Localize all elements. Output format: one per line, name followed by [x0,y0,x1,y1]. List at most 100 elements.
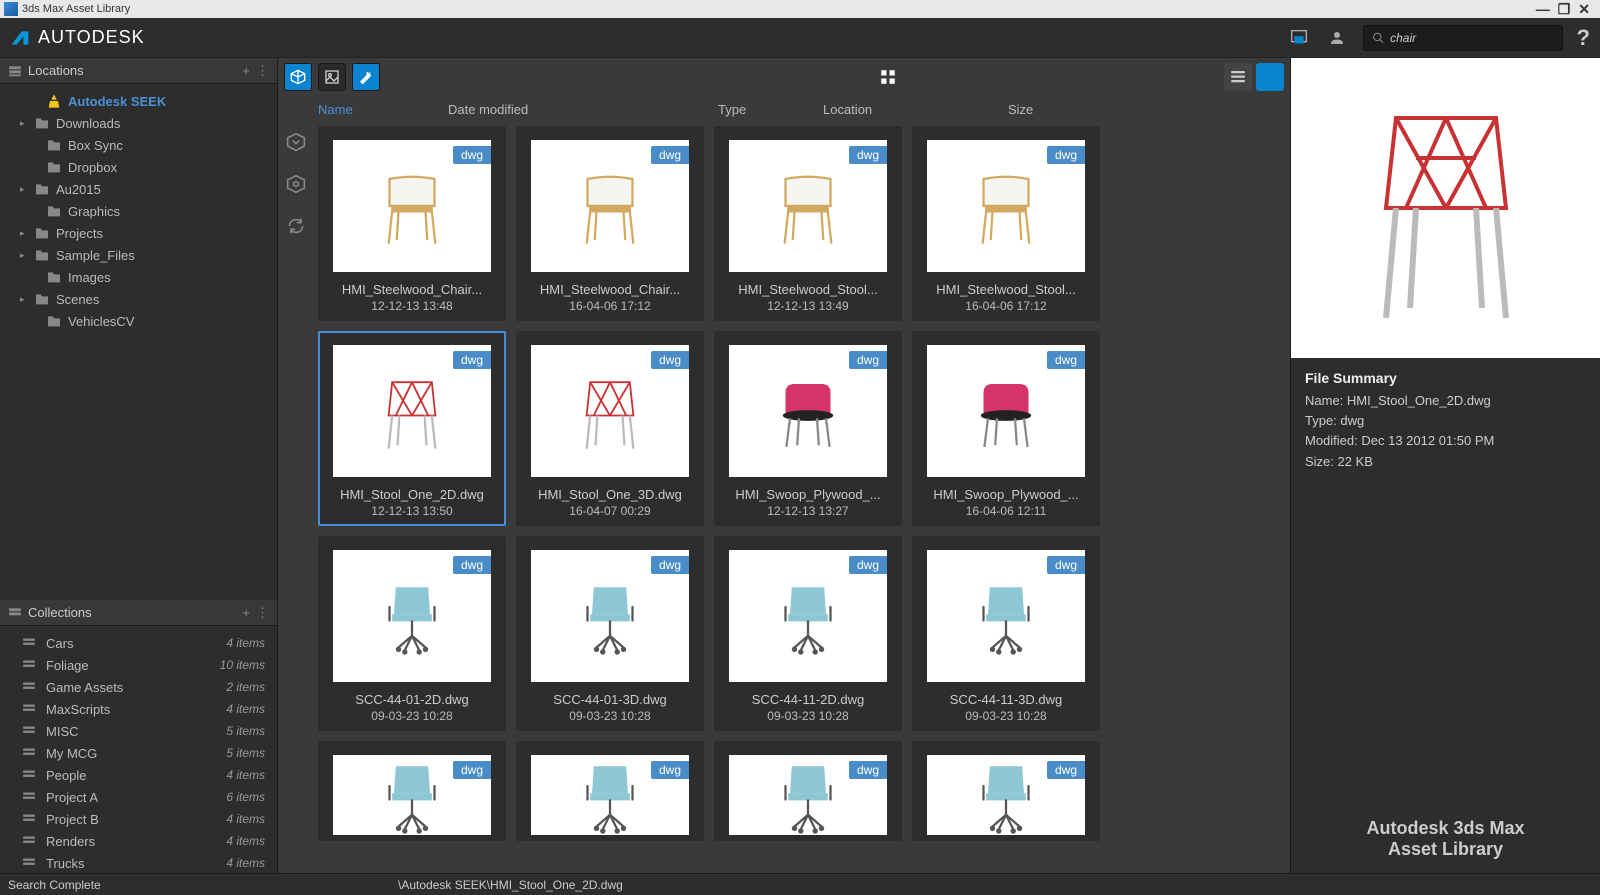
wrench-tool-button[interactable] [352,63,380,91]
collection-item[interactable]: Project B4 items [0,808,277,830]
list-view-button[interactable] [1224,63,1252,91]
add-location-button[interactable]: + [242,63,250,79]
collection-item[interactable]: Game Assets2 items [0,676,277,698]
collection-icon [22,635,38,652]
collection-item[interactable]: My MCG5 items [0,742,277,764]
column-type[interactable]: Type [718,102,823,117]
collection-count: 4 items [226,768,265,782]
asset-name: HMI_Swoop_Plywood_... [933,487,1078,502]
asset-item[interactable]: dwgSCC-44-11-2D.dwg09-03-23 10:28 [714,536,902,731]
collection-icon [22,811,38,828]
asset-item[interactable]: dwg [318,741,506,841]
collection-item[interactable]: People4 items [0,764,277,786]
image-tool-button[interactable] [318,63,346,91]
asset-date: 12-12-13 13:50 [371,504,452,518]
close-button[interactable]: ✕ [1578,1,1590,18]
preview-thumbnail [1291,58,1600,358]
location-label: Au2015 [56,182,101,197]
asset-item[interactable]: dwgHMI_Steelwood_Stool...16-04-06 17:12 [912,126,1100,321]
collection-item[interactable]: Cars4 items [0,632,277,654]
preview-panel: File Summary Name: HMI_Stool_One_2D.dwg … [1290,58,1600,880]
asset-date: 16-04-06 12:11 [966,504,1047,518]
collection-item[interactable]: MISC5 items [0,720,277,742]
asset-thumbnail: dwg [729,550,887,682]
location-item[interactable]: Box Sync [0,134,277,156]
asset-date: 09-03-23 10:28 [371,709,452,723]
collection-item[interactable]: Renders4 items [0,830,277,852]
asset-item[interactable]: dwg [516,741,704,841]
asset-grid: dwgHMI_Steelwood_Chair...12-12-13 13:48d… [318,126,1278,841]
asset-item[interactable]: dwgSCC-44-11-3D.dwg09-03-23 10:28 [912,536,1100,731]
location-item[interactable]: VehiclesCV [0,310,277,332]
maximize-button[interactable]: ❐ [1558,1,1571,18]
help-icon[interactable]: ? [1577,25,1590,51]
collection-item[interactable]: MaxScripts4 items [0,698,277,720]
location-item[interactable]: Dropbox [0,156,277,178]
user-icon[interactable] [1325,26,1349,50]
asset-grid-scroll[interactable]: dwgHMI_Steelwood_Chair...12-12-13 13:48d… [318,122,1290,880]
chair-icon [961,566,1051,666]
collections-menu-button[interactable]: ⋮ [256,605,269,621]
minimize-button[interactable]: — [1536,1,1550,17]
asset-item[interactable]: dwgHMI_Swoop_Plywood_...12-12-13 13:27 [714,331,902,526]
location-label: VehiclesCV [68,314,134,329]
asset-item[interactable]: dwgSCC-44-01-2D.dwg09-03-23 10:28 [318,536,506,731]
location-item[interactable]: ▸Scenes [0,288,277,310]
column-size[interactable]: Size [1008,102,1290,117]
file-type-badge: dwg [651,761,689,779]
cube-tool-button[interactable] [284,63,312,91]
asset-item[interactable]: dwgHMI_Stool_One_2D.dwg12-12-13 13:50 [318,331,506,526]
import-icon[interactable] [284,130,308,154]
asset-item[interactable]: dwgHMI_Steelwood_Chair...12-12-13 13:48 [318,126,506,321]
folder-icon [46,137,62,153]
asset-name: SCC-44-01-2D.dwg [355,692,468,707]
locations-menu-button[interactable]: ⋮ [256,63,269,79]
collection-count: 4 items [226,702,265,716]
collection-count: 5 items [226,746,265,760]
collection-item[interactable]: Foliage 10 items [0,654,277,676]
column-name[interactable]: Name [318,102,448,117]
collection-item[interactable]: Trucks4 items [0,852,277,874]
refresh-icon[interactable] [284,214,308,238]
location-item[interactable]: ▸Downloads [0,112,277,134]
asset-thumbnail: dwg [531,345,689,477]
asset-name: HMI_Steelwood_Stool... [738,282,877,297]
search-box[interactable] [1363,25,1563,51]
column-location[interactable]: Location [823,102,1008,117]
asset-item[interactable]: dwgHMI_Steelwood_Stool...12-12-13 13:49 [714,126,902,321]
folder-icon [34,225,50,241]
window-controls: — ❐ ✕ [1526,0,1600,18]
location-item[interactable]: ▸Sample_Files [0,244,277,266]
home-icon[interactable] [1287,26,1311,50]
add-collection-button[interactable]: + [242,605,250,621]
asset-item[interactable]: dwg [912,741,1100,841]
link-icon[interactable] [284,172,308,196]
asset-item[interactable]: dwg [714,741,902,841]
window-titlebar: 3ds Max Asset Library — ❐ ✕ [0,0,1600,18]
asset-item[interactable]: dwgHMI_Stool_One_3D.dwg16-04-07 00:29 [516,331,704,526]
file-type-badge: dwg [453,351,491,369]
collections-icon [8,606,22,620]
collection-item[interactable]: Project A6 items [0,786,277,808]
collection-count: 10 items [220,658,265,672]
location-item[interactable]: ▸Au2015 [0,178,277,200]
collection-icon [22,679,38,696]
asset-thumbnail: dwg [927,755,1085,835]
asset-date: 09-03-23 10:28 [767,709,848,723]
collection-icon [22,657,38,674]
column-modified[interactable]: Date modified [448,102,718,117]
grid-view-button[interactable] [1256,63,1284,91]
collection-count: 6 items [226,790,265,804]
location-item[interactable]: Autodesk SEEK [0,90,277,112]
asset-item[interactable]: dwgSCC-44-01-3D.dwg09-03-23 10:28 [516,536,704,731]
asset-item[interactable]: dwgHMI_Steelwood_Chair...16-04-06 17:12 [516,126,704,321]
collection-label: MISC [46,724,79,739]
search-input[interactable] [1390,31,1553,45]
location-item[interactable]: ▸Projects [0,222,277,244]
location-item[interactable]: Images [0,266,277,288]
asset-item[interactable]: dwgHMI_Swoop_Plywood_...16-04-06 12:11 [912,331,1100,526]
location-item[interactable]: Graphics [0,200,277,222]
collection-label: Foliage [46,658,89,673]
folder-icon [46,203,62,219]
chair-icon [367,156,457,256]
